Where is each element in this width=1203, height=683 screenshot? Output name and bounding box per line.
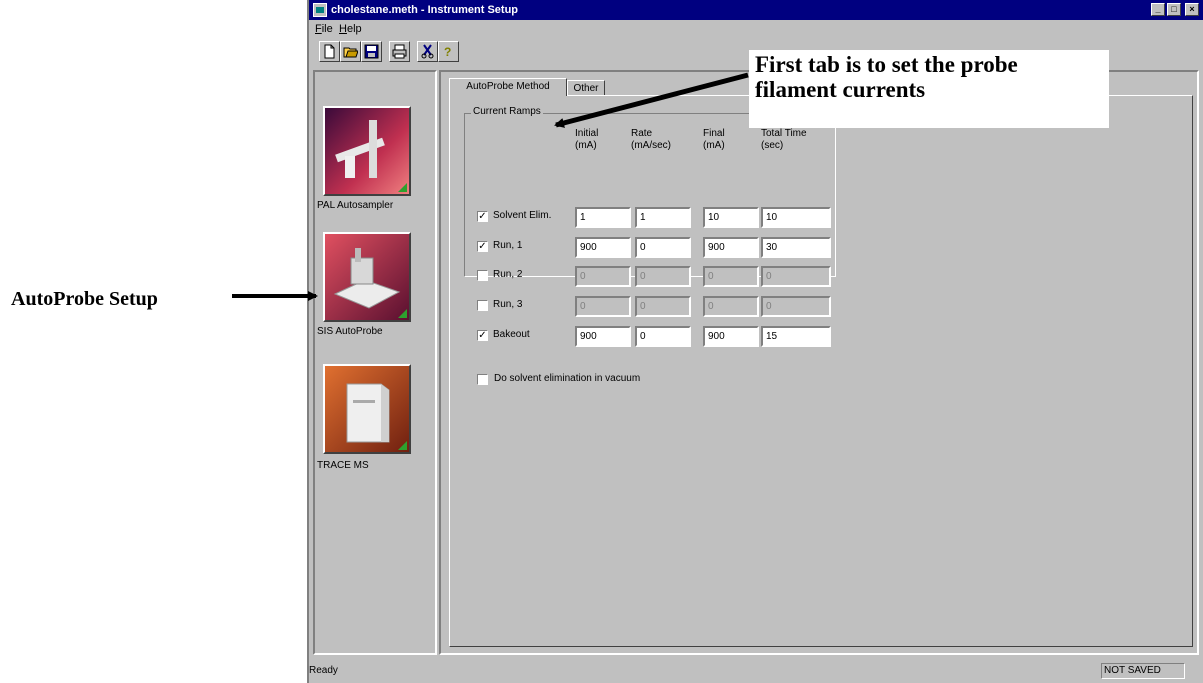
value-field[interactable]: 0	[703, 296, 759, 317]
tab-other[interactable]: Other	[567, 80, 605, 96]
value-field[interactable]: 0	[635, 266, 691, 287]
cut-icon[interactable]	[417, 41, 438, 62]
row-checkbox[interactable]: ✓	[477, 330, 488, 341]
row-checkbox[interactable]	[477, 300, 488, 311]
row-checkbox[interactable]: ✓	[477, 241, 488, 252]
row-label: Run, 2	[493, 269, 523, 280]
value-field[interactable]: 30	[761, 237, 831, 258]
value-field[interactable]: 900	[703, 326, 759, 347]
value-field[interactable]: 0	[575, 296, 631, 317]
value-field[interactable]: 10	[761, 207, 831, 228]
print-icon[interactable]	[389, 41, 410, 62]
row-checkbox[interactable]	[477, 270, 488, 281]
row-label: Bakeout	[493, 329, 530, 340]
annotation-box: First tab is to set the probe filament c…	[749, 50, 1109, 128]
instrument-label-autoprobe: SIS AutoProbe	[317, 326, 383, 337]
value-field[interactable]: 1	[575, 207, 631, 228]
row-label: Solvent Elim.	[493, 210, 552, 221]
vacuum-checkbox[interactable]	[477, 374, 488, 385]
mass-spectrometer-icon[interactable]	[323, 364, 411, 454]
status-bar: Ready NOT SAVED	[309, 659, 1203, 683]
svg-text:?: ?	[444, 45, 451, 59]
save-state-indicator: NOT SAVED	[1101, 663, 1185, 679]
open-folder-icon[interactable]	[340, 41, 361, 62]
value-field[interactable]: 900	[703, 237, 759, 258]
maximize-button[interactable]: □	[1167, 3, 1181, 16]
row-label: Run, 3	[493, 299, 523, 310]
value-field[interactable]: 0	[703, 266, 759, 287]
instrument-label-trace: TRACE MS	[317, 460, 369, 471]
row-label: Run, 1	[493, 240, 523, 251]
title-bar: cholestane.meth - Instrument Setup _ □ ×	[309, 0, 1203, 20]
window-title: cholestane.meth - Instrument Setup	[331, 4, 519, 16]
value-field[interactable]: 0	[635, 237, 691, 258]
autoprobe-annotation: AutoProbe Setup	[11, 288, 158, 310]
instrument-label-pal: PAL Autosampler	[317, 200, 394, 211]
menu-file[interactable]: File	[315, 20, 333, 38]
vacuum-label: Do solvent elimination in vacuum	[494, 373, 641, 384]
status-text: Ready	[309, 665, 338, 676]
column-header-initial: Initial (mA)	[575, 128, 599, 151]
group-title: Current Ramps	[471, 106, 543, 117]
value-field[interactable]: 0	[761, 266, 831, 287]
minimize-button[interactable]: _	[1151, 3, 1165, 16]
value-field[interactable]: 0	[575, 266, 631, 287]
value-field[interactable]: 0	[635, 326, 691, 347]
status-indicator	[398, 309, 407, 318]
save-disk-icon[interactable]	[361, 41, 382, 62]
status-indicator	[398, 441, 407, 450]
tab-autoprobe-method[interactable]: AutoProbe Method	[449, 78, 567, 96]
value-field[interactable]: 15	[761, 326, 831, 347]
column-header-rate: Rate (mA/sec)	[631, 128, 671, 151]
autosampler-icon[interactable]	[323, 106, 411, 196]
row-checkbox[interactable]: ✓	[477, 211, 488, 222]
help-icon[interactable]: ?	[438, 41, 459, 62]
menu-help[interactable]: Help	[339, 20, 362, 38]
tab-annotation: First tab is to set the probe filament c…	[755, 52, 1018, 102]
value-field[interactable]: 10	[703, 207, 759, 228]
menu-bar: File Help	[309, 20, 1203, 38]
column-header-total-time: Total Time (sec)	[761, 128, 807, 151]
value-field[interactable]: 0	[761, 296, 831, 317]
new-document-icon[interactable]	[319, 41, 340, 62]
value-field[interactable]: 1	[635, 207, 691, 228]
value-field[interactable]: 900	[575, 326, 631, 347]
status-indicator	[398, 183, 407, 192]
value-field[interactable]: 900	[575, 237, 631, 258]
value-field[interactable]: 0	[635, 296, 691, 317]
app-icon[interactable]	[313, 3, 327, 17]
instrument-panel: PAL Autosampler SIS AutoProbe TRACE MS	[313, 70, 437, 655]
column-header-final: Final (mA)	[703, 128, 725, 151]
autoprobe-icon[interactable]	[323, 232, 411, 322]
close-button[interactable]: ×	[1185, 3, 1199, 16]
